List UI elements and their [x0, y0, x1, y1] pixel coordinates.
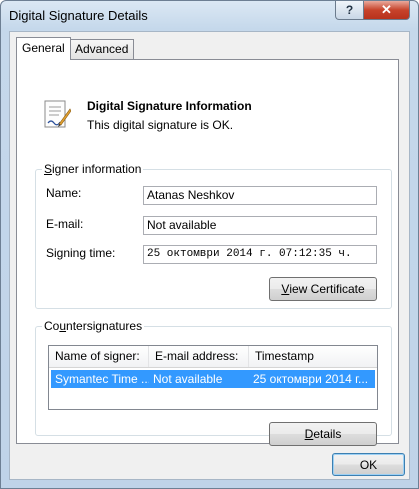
signer-name-cell: Symantec Time ... — [55, 372, 149, 386]
window-title: Digital Signature Details — [9, 8, 148, 23]
certificate-icon — [44, 100, 71, 128]
column-name-of-signer[interactable]: Name of signer: — [49, 346, 149, 367]
signature-status-text: This digital signature is OK. — [87, 118, 234, 132]
name-label: Name: — [46, 186, 82, 200]
dialog-body: General Advanced Digital Signature Infor… — [9, 31, 410, 480]
ok-button[interactable]: OK — [332, 453, 405, 476]
email-label: E-mail: — [46, 217, 84, 231]
tab-general[interactable]: General — [16, 37, 71, 60]
countersignatures-list[interactable]: Name of signer: E-mail address: Timestam… — [48, 345, 378, 410]
countersignatures-group: Countersignatures Name of signer: E-mail… — [35, 319, 392, 446]
tab-panel-general: Digital Signature Information This digit… — [16, 59, 399, 446]
tab-advanced[interactable]: Advanced — [69, 39, 135, 59]
signer-group-label: Signer information — [42, 162, 144, 176]
dialog-window: Digital Signature Details ? ✕ General Ad… — [0, 0, 419, 489]
countersignatures-group-label: Countersignatures — [42, 319, 145, 333]
view-certificate-button[interactable]: View Certificate — [269, 277, 377, 301]
details-button[interactable]: Details — [269, 422, 377, 446]
signer-email-field[interactable]: Not available — [143, 216, 377, 235]
close-icon: ✕ — [381, 2, 392, 17]
signer-information-group: Signer information Name: Atanas Neshkov … — [35, 162, 392, 309]
title-bar[interactable]: Digital Signature Details ? ✕ — [1, 1, 418, 31]
help-button[interactable]: ? — [335, 1, 364, 20]
signing-time-label: Signing time: — [46, 246, 116, 260]
column-email-address[interactable]: E-mail address: — [149, 346, 249, 367]
signing-time-field[interactable]: 25 октомври 2014 г. 07:12:35 ч. — [143, 245, 377, 264]
email-cell: Not available — [153, 372, 223, 386]
column-timestamp[interactable]: Timestamp — [249, 346, 377, 367]
list-header: Name of signer: E-mail address: Timestam… — [49, 346, 377, 368]
list-item[interactable]: Symantec Time ... Not available 25 октом… — [51, 370, 375, 388]
signer-name-field[interactable]: Atanas Neshkov — [143, 186, 377, 205]
help-icon: ? — [345, 3, 354, 17]
timestamp-cell: 25 октомври 2014 г... — [253, 372, 369, 386]
info-title: Digital Signature Information — [87, 99, 252, 113]
close-button[interactable]: ✕ — [363, 1, 410, 20]
